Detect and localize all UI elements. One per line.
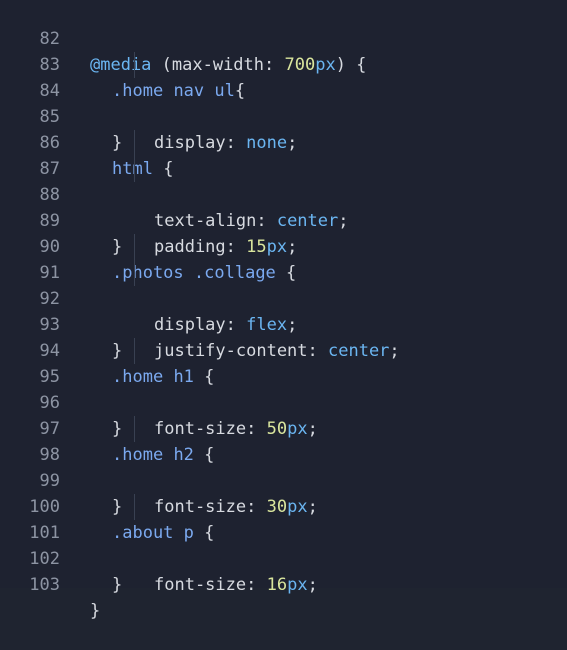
code-text: } xyxy=(90,601,101,621)
code-line[interactable]: 83 .home nav ul{ xyxy=(0,26,567,101)
code-line[interactable]: 82 @media (max-width: 700px) { xyxy=(0,0,567,75)
code-line[interactable]: 96 } xyxy=(0,364,567,439)
code-line[interactable]: 91 display: flex; xyxy=(0,234,567,335)
indent-guide xyxy=(134,260,135,286)
indent-guide xyxy=(134,338,135,364)
code-line[interactable]: 88 padding: 15px; xyxy=(0,156,567,257)
code-line[interactable]: 98 font-size: 30px; xyxy=(0,416,567,517)
code-line[interactable]: 93 } xyxy=(0,286,567,361)
code-line[interactable]: 90 .photos .collage { xyxy=(0,208,567,283)
indent-guide xyxy=(134,416,135,442)
code-line[interactable]: 97 .home h2 { xyxy=(0,390,567,465)
code-line[interactable]: 99 } xyxy=(0,442,567,517)
code-line[interactable]: 87 text-align: center; xyxy=(0,130,567,231)
indent-guide xyxy=(134,130,135,156)
code-line[interactable]: 89 } xyxy=(0,182,567,257)
code-line[interactable]: 85 } xyxy=(0,78,567,153)
code-line[interactable]: 86 html { xyxy=(0,104,567,179)
code-line[interactable]: 100 .about p { xyxy=(0,468,567,543)
code-line[interactable]: 101 font-size: 16px; xyxy=(0,494,567,595)
code-line[interactable]: 104 xyxy=(0,572,567,588)
code-line[interactable]: 94 .home h1 { xyxy=(0,312,567,387)
indent-guide xyxy=(134,52,135,78)
code-line[interactable]: 103 } xyxy=(0,546,567,621)
code-line[interactable]: 102 } xyxy=(0,520,567,595)
indent-guide xyxy=(134,156,135,182)
code-line[interactable]: 92 justify-content: center; xyxy=(0,260,567,361)
indent-guide xyxy=(134,234,135,260)
indent-guide xyxy=(134,494,135,520)
code-line[interactable]: 95 font-size: 50px; xyxy=(0,338,567,439)
code-line[interactable]: 84 display: none; xyxy=(0,52,567,153)
code-editor[interactable]: 82 @media (max-width: 700px) { 83 .home … xyxy=(0,0,567,621)
